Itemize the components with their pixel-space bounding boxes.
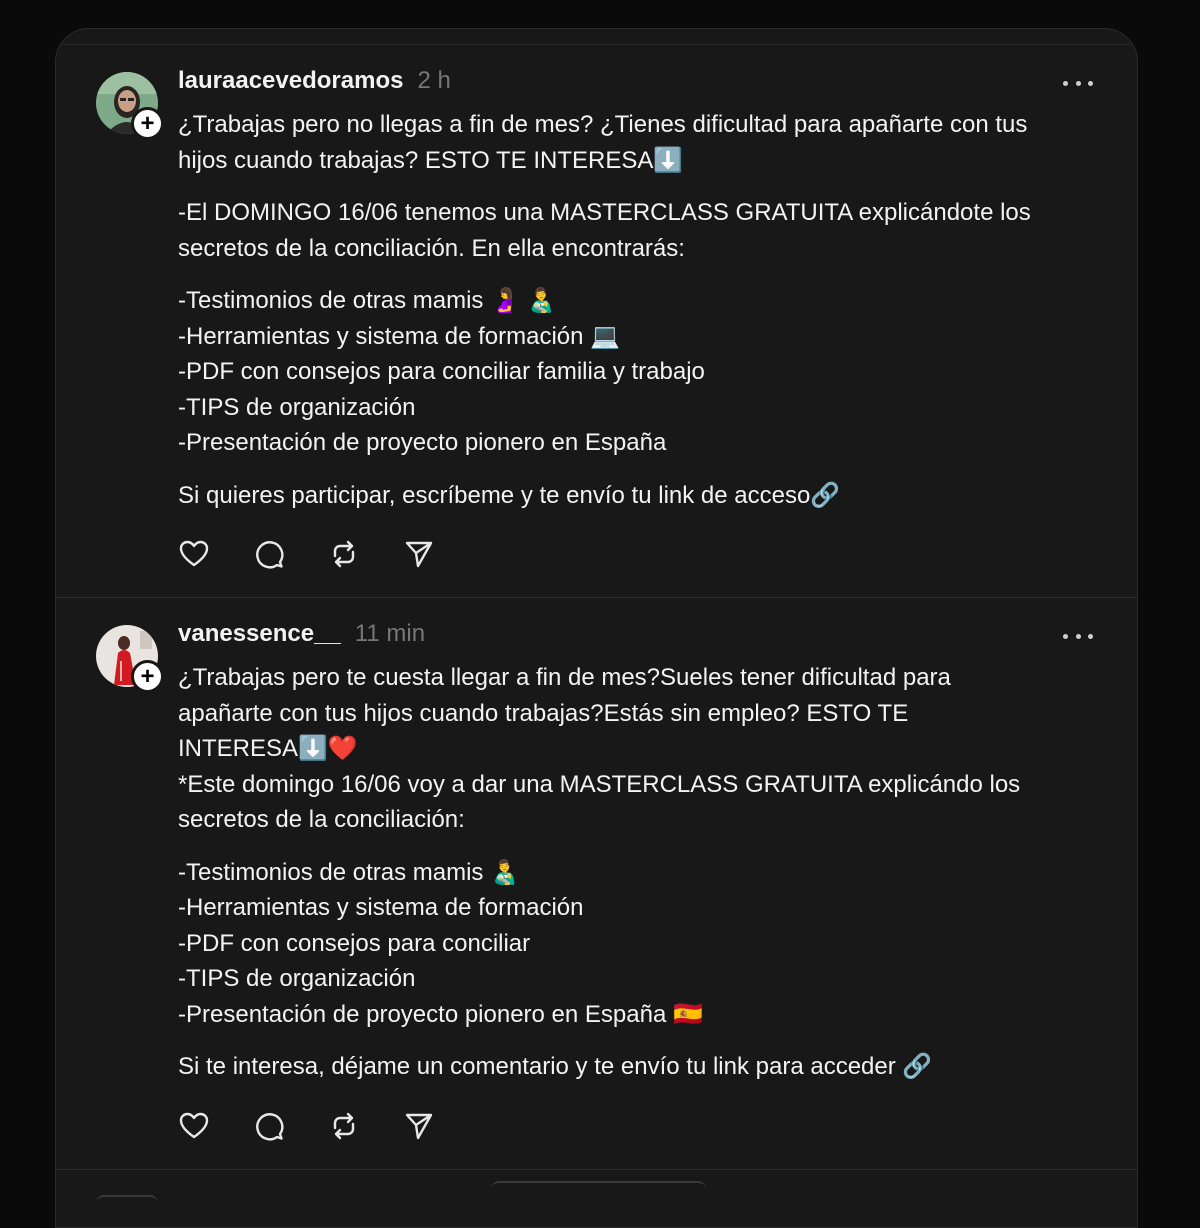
post-paragraph: -Testimonios de otras mamis 🤰 👨‍🍼 -Herra… bbox=[178, 283, 1108, 461]
feed-top-divider bbox=[56, 44, 1137, 45]
heart-icon[interactable] bbox=[178, 1110, 210, 1142]
post-body: ¿Trabajas pero te cuesta llegar a fin de… bbox=[178, 660, 1108, 1102]
post-timestamp: 11 min bbox=[354, 620, 426, 647]
post-actions bbox=[178, 1110, 435, 1142]
post-paragraph: ¿Trabajas pero te cuesta llegar a fin de… bbox=[178, 660, 1108, 838]
post-paragraph: -El DOMINGO 16/06 tenemos una MASTERCLAS… bbox=[178, 195, 1108, 266]
comment-icon[interactable] bbox=[253, 1110, 285, 1142]
post-paragraph: ¿Trabajas pero no llegas a fin de mes? ¿… bbox=[178, 107, 1108, 178]
post-text-line: -Presentación de proyecto pionero en Esp… bbox=[178, 1000, 703, 1028]
next-post-avatar-edge bbox=[96, 1195, 158, 1203]
post-text-line: -El DOMINGO 16/06 tenemos una MASTERCLAS… bbox=[178, 199, 1031, 226]
send-icon[interactable] bbox=[403, 538, 435, 570]
post-divider bbox=[56, 1169, 1137, 1170]
threads-feed: + lauraacevedoramos 2 h ¿Trabajas pero n… bbox=[55, 28, 1138, 1228]
post-paragraph: -Testimonios de otras mamis 👨‍🍼 -Herrami… bbox=[178, 855, 1108, 1033]
post-actions bbox=[178, 538, 435, 570]
post-text-line: -Herramientas y sistema de formación 💻 bbox=[178, 322, 621, 350]
more-options-icon[interactable] bbox=[1063, 626, 1093, 646]
heart-icon[interactable] bbox=[178, 538, 210, 570]
post-header: lauraacevedoramos 2 h bbox=[178, 67, 451, 101]
post-text-line: ¿Trabajas pero te cuesta llegar a fin de… bbox=[178, 664, 951, 691]
next-post-pill-edge bbox=[491, 1181, 706, 1189]
comment-icon[interactable] bbox=[253, 538, 285, 570]
post-text-line: -PDF con consejos para conciliar bbox=[178, 929, 531, 957]
post-text-line: hijos cuando trabajas? ESTO TE INTERESA⬇… bbox=[178, 146, 684, 174]
repost-icon[interactable] bbox=[328, 538, 360, 570]
avatar-wrap[interactable]: + bbox=[96, 625, 164, 693]
post-text-line: -Testimonios de otras mamis 🤰 👨‍🍼 bbox=[178, 287, 557, 314]
post-text-line: -Testimonios de otras mamis 👨‍🍼 bbox=[178, 858, 520, 886]
send-icon[interactable] bbox=[403, 1110, 435, 1142]
post-text-line: -Herramientas y sistema de formación bbox=[178, 894, 584, 921]
post-paragraph: Si quieres participar, escríbeme y te en… bbox=[178, 478, 1108, 514]
post-body: ¿Trabajas pero no llegas a fin de mes? ¿… bbox=[178, 107, 1108, 530]
username[interactable]: vanessence__ bbox=[178, 620, 341, 648]
post-text-line: Si te interesa, déjame un comentario y t… bbox=[178, 1053, 933, 1080]
username[interactable]: lauraacevedoramos bbox=[178, 67, 403, 95]
post-text-line: ¿Trabajas pero no llegas a fin de mes? ¿… bbox=[178, 111, 1028, 138]
repost-icon[interactable] bbox=[328, 1110, 360, 1142]
post-timestamp: 2 h bbox=[417, 67, 451, 94]
post-text-line: Si quieres participar, escríbeme y te en… bbox=[178, 481, 841, 509]
post-text-line: -PDF con consejos para conciliar familia… bbox=[178, 358, 705, 385]
post-text-line: secretos de la conciliación. En ella enc… bbox=[178, 234, 685, 262]
post-text-line: -TIPS de organización bbox=[178, 393, 416, 421]
more-options-icon[interactable] bbox=[1063, 73, 1093, 93]
post-text-line: apañarte con tus hijos cuando trabajas?E… bbox=[178, 699, 909, 727]
post-text-line: INTERESA⬇️❤️ bbox=[178, 735, 358, 762]
follow-plus-icon[interactable]: + bbox=[131, 660, 164, 693]
post-divider bbox=[56, 597, 1137, 598]
post-header: vanessence__ 11 min bbox=[178, 620, 425, 654]
post-text-line: *Este domingo 16/06 voy a dar una MASTER… bbox=[178, 770, 1021, 798]
avatar-wrap[interactable]: + bbox=[96, 72, 164, 140]
post-text-line: -Presentación de proyecto pionero en Esp… bbox=[178, 429, 667, 456]
post-text-line: secretos de la conciliación: bbox=[178, 806, 465, 833]
follow-plus-icon[interactable]: + bbox=[131, 107, 164, 140]
post-text-line: -TIPS de organización bbox=[178, 965, 416, 992]
post-paragraph: Si te interesa, déjame un comentario y t… bbox=[178, 1049, 1108, 1085]
